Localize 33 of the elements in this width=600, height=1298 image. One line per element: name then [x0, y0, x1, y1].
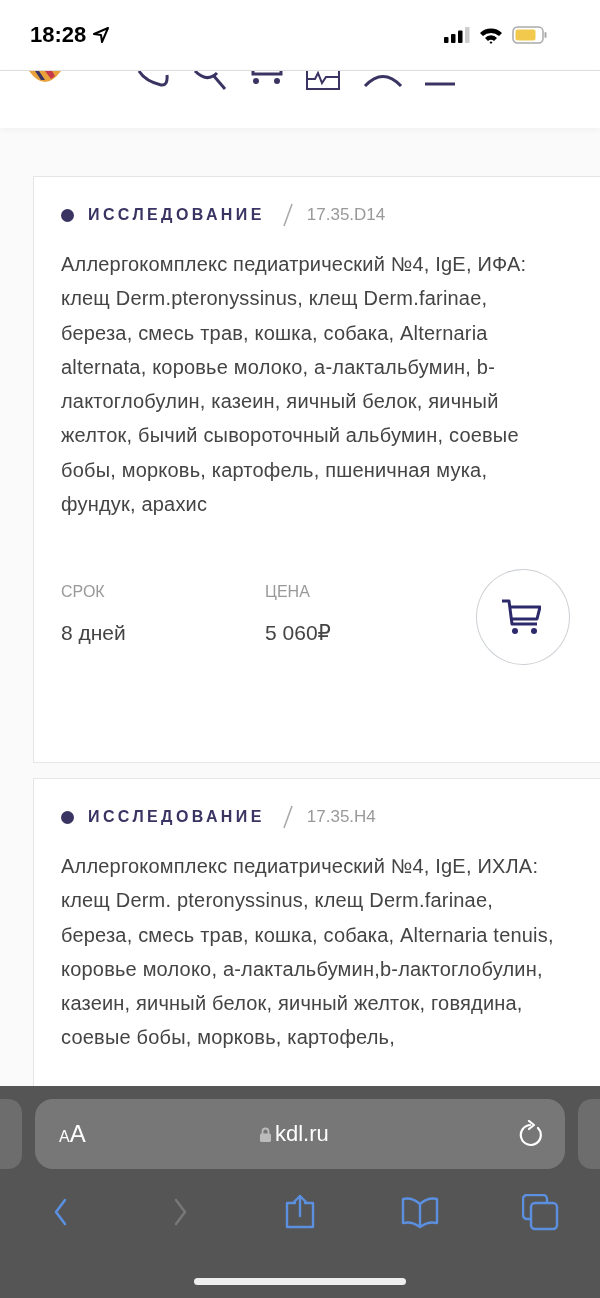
slash-icon: [282, 805, 293, 829]
bullet-icon: [61, 208, 74, 222]
text-size-button[interactable]: AA: [59, 1120, 86, 1148]
address-bar[interactable]: AA kdl.ru: [35, 1099, 565, 1169]
book-icon[interactable]: [401, 1194, 439, 1230]
slash-icon: [282, 203, 293, 227]
lock-icon: [259, 1126, 271, 1142]
location-arrow-icon: [92, 26, 111, 44]
category-label: ИССЛЕДОВАНИЕ: [88, 808, 265, 826]
cart-icon[interactable]: [251, 71, 283, 85]
wifi-icon: [479, 26, 503, 44]
bullet-icon: [61, 810, 74, 824]
price-label: ЦЕНА: [265, 583, 311, 602]
price-value: 5 060₽: [265, 621, 332, 646]
chart-icon[interactable]: [305, 71, 341, 91]
url-text: kdl.ru: [274, 1121, 329, 1147]
term-label: СРОК: [61, 583, 106, 602]
logo-icon: [27, 71, 63, 85]
category-label: ИССЛЕДОВАНИЕ: [88, 206, 265, 224]
test-code: 17.35.D14: [306, 205, 386, 225]
test-code: 17.35.H4: [306, 807, 376, 827]
signal-icon: [444, 27, 470, 43]
share-icon[interactable]: [284, 1194, 316, 1230]
clock-time: 18:28: [30, 22, 87, 48]
search-icon[interactable]: [193, 71, 229, 91]
back-icon[interactable]: [52, 1196, 68, 1228]
tabs-icon[interactable]: [521, 1193, 559, 1231]
cart-icon: [501, 598, 542, 637]
reload-icon[interactable]: [519, 1120, 545, 1148]
test-title[interactable]: Аллергокомплекс педиатрический №4, IgE, ИХЛА: клещ Derm. pteronyssinus, клещ Derm.farinae, береза, смесь трав, кошка, собака, Alternaria tenuis, коровье молоко, a-лактальбумин,b-лактоглобулин, казеин, яичный белок, яичный желток, говядина, соевые бобы, морковь, картофель,: [61, 849, 561, 1055]
term-value: 8 дней: [61, 621, 127, 646]
test-title[interactable]: Аллергокомплекс педиатрический №4, IgE, ИФА: клещ Derm.pteronyssinus, клещ Derm.farinae, береза, смесь трав, кошка, собака, Alternaria alternata, коровье молоко, a-лактальбумин, b-лактоглобулин, казеин, яичный белок, яичный желток, бычий сывороточный альбумин, соевые бобы, морковь, картофель, пшеничная мука, фундук, арахис: [61, 247, 561, 522]
battery-icon: [512, 26, 548, 44]
